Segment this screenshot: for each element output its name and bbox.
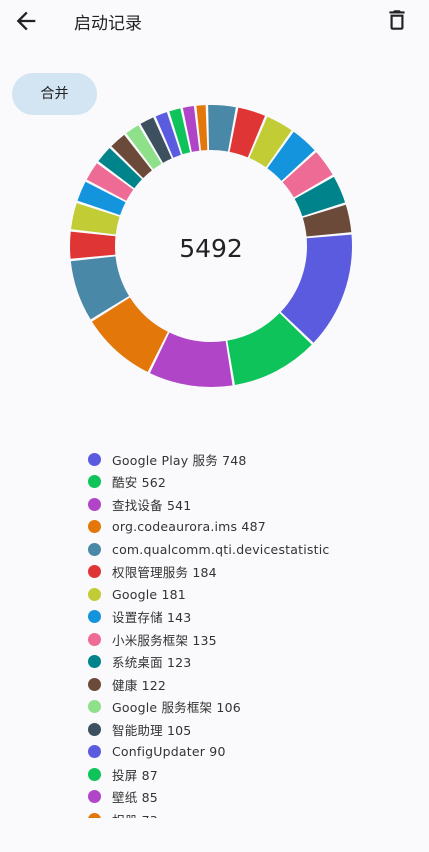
legend-label: 投屏 87 xyxy=(112,767,158,783)
legend-label: 相册 73 xyxy=(112,810,158,818)
legend-color-dot xyxy=(88,767,101,781)
legend-color-dot xyxy=(88,587,101,601)
legend-label: 系统桌面 123 xyxy=(112,655,192,671)
legend-label: 壁纸 85 xyxy=(112,790,158,806)
legend-color-dot xyxy=(88,745,101,759)
legend-color-dot xyxy=(88,812,101,818)
legend-label: Google 181 xyxy=(112,586,186,602)
donut-slice xyxy=(70,231,116,259)
page-title: 启动记录 xyxy=(74,14,142,34)
legend-label: Google Play 服务 748 xyxy=(112,452,247,468)
legend-label: Google 服务框架 106 xyxy=(112,700,241,716)
legend-item: 壁纸 85 xyxy=(88,786,408,809)
app-bar: 启动记录 xyxy=(0,0,429,40)
legend-item: Google 服务框架 106 xyxy=(88,696,408,719)
legend-item: com.qualcomm.qti.devicestatistic xyxy=(88,538,408,561)
total-count: 5492 xyxy=(179,234,243,263)
legend-color-dot xyxy=(88,677,101,691)
legend-label: 健康 122 xyxy=(112,677,167,693)
delete-button[interactable] xyxy=(384,6,410,34)
legend-label: 查找设备 541 xyxy=(112,497,192,513)
legend-item: Google Play 服务 748 xyxy=(88,448,408,471)
legend-item: 设置存储 143 xyxy=(88,606,408,629)
legend-item: Google 181 xyxy=(88,583,408,606)
legend-label: 权限管理服务 184 xyxy=(112,565,217,581)
legend-item: 系统桌面 123 xyxy=(88,651,408,674)
legend-label: 智能助理 105 xyxy=(112,722,192,738)
legend-item: 相册 73 xyxy=(88,808,408,818)
legend-color-dot xyxy=(88,655,101,669)
legend-color-dot xyxy=(88,632,101,646)
legend-item: 酷安 562 xyxy=(88,471,408,494)
legend-item: 投屏 87 xyxy=(88,763,408,786)
legend-color-dot xyxy=(88,700,101,714)
legend-item: 智能助理 105 xyxy=(88,718,408,741)
trash-icon xyxy=(389,10,405,30)
legend-color-dot xyxy=(88,542,101,556)
legend-label: com.qualcomm.qti.devicestatistic xyxy=(112,541,330,557)
legend-color-dot xyxy=(88,790,101,804)
legend-item: org.codeaurora.ims 487 xyxy=(88,516,408,539)
arrow-left-icon xyxy=(16,11,36,31)
legend-color-dot xyxy=(88,475,101,489)
legend-color-dot xyxy=(88,565,101,579)
legend-item: 小米服务框架 135 xyxy=(88,628,408,651)
legend-label: org.codeaurora.ims 487 xyxy=(112,519,266,535)
back-button[interactable] xyxy=(12,7,40,35)
legend-label: 小米服务框架 135 xyxy=(112,632,217,648)
legend-item: 健康 122 xyxy=(88,673,408,696)
legend-color-dot xyxy=(88,610,101,624)
legend-label: ConfigUpdater 90 xyxy=(112,744,226,760)
legend-label: 酷安 562 xyxy=(112,475,167,491)
donut-chart: 5492 xyxy=(70,105,352,387)
legend-item: 权限管理服务 184 xyxy=(88,561,408,584)
legend-color-dot xyxy=(88,722,101,736)
legend-item: 查找设备 541 xyxy=(88,493,408,516)
legend-color-dot xyxy=(88,497,101,511)
legend-color-dot xyxy=(88,520,101,534)
legend-item: ConfigUpdater 90 xyxy=(88,741,408,764)
legend-label: 设置存储 143 xyxy=(112,610,192,626)
legend-color-dot xyxy=(88,452,101,466)
chart-legend: Google Play 服务 748 酷安 562 查找设备 541 org.code… xyxy=(88,448,408,818)
